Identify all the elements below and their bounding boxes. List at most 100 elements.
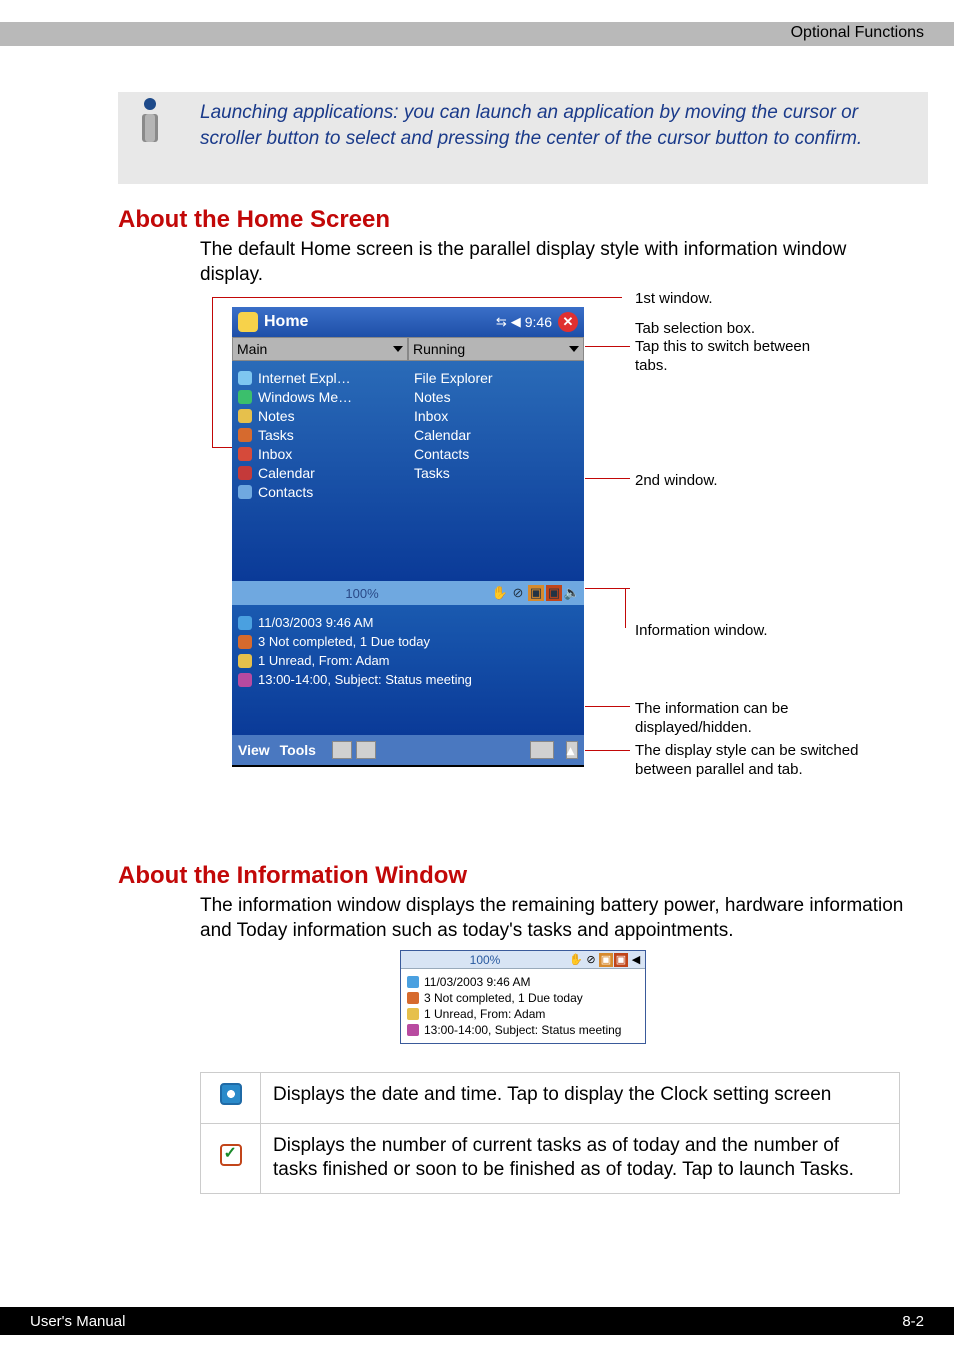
close-button[interactable]: ✕ — [558, 312, 578, 332]
right-pane: File Explorer Notes Inbox Calendar Conta… — [408, 361, 584, 581]
list-item-label: Inbox — [414, 408, 448, 424]
clock-icon — [238, 616, 252, 630]
info-row-tasks[interactable]: 3 Not completed, 1 Due today — [407, 991, 639, 1005]
notes-icon — [238, 409, 252, 423]
keyboard-button[interactable] — [530, 741, 554, 759]
toolbar-parallel-button[interactable] — [332, 741, 352, 759]
tasks-icon — [238, 635, 252, 649]
ie-icon — [238, 371, 252, 385]
list-item-label: Contacts — [414, 446, 469, 462]
tip-text: Launching applications: you can launch a… — [200, 100, 880, 151]
annot-info-hide: The information can be displayed/hidden. — [635, 700, 875, 738]
tab-row: Main Running — [232, 337, 584, 361]
list-item[interactable]: Inbox — [238, 446, 402, 462]
info-appt-text: 13:00-14:00, Subject: Status meeting — [258, 672, 472, 687]
list-item-label: Internet Expl… — [258, 370, 351, 386]
system-tray: ✋ ⊘ ▣ ▣ 🔈 — [492, 585, 584, 601]
body-home-screen: The default Home screen is the parallel … — [200, 238, 900, 287]
list-item[interactable]: Windows Me… — [238, 389, 402, 405]
body-information-window: The information window displays the rema… — [200, 894, 910, 943]
toolbar-tab-button[interactable] — [356, 741, 376, 759]
envelope-icon — [407, 1008, 419, 1020]
list-item-label: Tasks — [258, 427, 294, 443]
chevron-down-icon — [393, 346, 403, 352]
tray-tool-icon[interactable]: ▣ — [546, 585, 562, 601]
tray-mute-icon[interactable]: ⊘ — [510, 585, 526, 601]
up-arrow-button[interactable]: ▴ — [566, 741, 578, 759]
annot-tab-box: Tab selection box. — [635, 320, 755, 339]
icon-cell — [201, 1123, 261, 1193]
list-item[interactable]: Calendar — [414, 427, 578, 443]
list-item[interactable]: Tasks — [238, 427, 402, 443]
list-item[interactable]: Notes — [238, 408, 402, 424]
lead-line — [585, 588, 630, 589]
list-item[interactable]: Inbox — [414, 408, 578, 424]
lead-line — [212, 447, 232, 448]
info-row-tasks[interactable]: 3 Not completed, 1 Due today — [238, 634, 578, 649]
info-date-text: 11/03/2003 9:46 AM — [424, 975, 531, 989]
list-item[interactable]: Contacts — [414, 446, 578, 462]
calendar-icon — [238, 466, 252, 480]
icon-description-table: Displays the date and time. Tap to displ… — [200, 1072, 900, 1194]
battery-percent: 100% — [401, 953, 569, 967]
info-row-appointment[interactable]: 13:00-14:00, Subject: Status meeting — [238, 672, 578, 687]
menu-tools[interactable]: Tools — [280, 742, 316, 758]
info-tasks-text: 3 Not completed, 1 Due today — [424, 991, 583, 1005]
clock-text: 9:46 — [525, 314, 552, 330]
appointment-icon — [238, 673, 252, 687]
lead-line — [625, 588, 626, 628]
info-row-appointment[interactable]: 13:00-14:00, Subject: Status meeting — [407, 1023, 639, 1037]
list-item-label: Calendar — [258, 465, 315, 481]
list-item-label: Calendar — [414, 427, 471, 443]
info-mail-text: 1 Unread, From: Adam — [424, 1007, 545, 1021]
list-item-label: Contacts — [258, 484, 313, 500]
info-row-mail[interactable]: 1 Unread, From: Adam — [238, 653, 578, 668]
tray-tool-icon[interactable]: ▣ — [614, 953, 628, 967]
list-item-label: Tasks — [414, 465, 450, 481]
page-number: 8-2 — [902, 1313, 924, 1330]
info-row-date[interactable]: 11/03/2003 9:46 AM — [238, 615, 578, 630]
annot-tab-switch: Tap this to switch between tabs. — [635, 338, 835, 376]
lead-line — [585, 706, 630, 707]
lead-line — [212, 297, 622, 298]
tab-right[interactable]: Running — [408, 337, 584, 361]
list-item[interactable]: Internet Expl… — [238, 370, 402, 386]
list-item[interactable]: File Explorer — [414, 370, 578, 386]
annot-display-style: The display style can be switched betwee… — [635, 742, 875, 780]
tab-left[interactable]: Main — [232, 337, 408, 361]
lead-line — [585, 478, 630, 479]
heading-about-information-window: About the Information Window — [118, 862, 467, 890]
inbox-icon — [238, 447, 252, 461]
clock-icon — [407, 976, 419, 988]
chevron-down-icon — [569, 346, 579, 352]
tray-disk-icon[interactable]: ▣ — [599, 953, 613, 967]
tasks-icon — [238, 428, 252, 442]
list-item[interactable]: Tasks — [414, 465, 578, 481]
menu-bar: View Tools ▴ — [232, 735, 584, 765]
tray-hand-icon[interactable]: ✋ — [492, 585, 508, 601]
footer: User's Manual 8-2 — [0, 1307, 954, 1335]
header-title: Optional Functions — [791, 24, 924, 42]
list-item[interactable]: Calendar — [238, 465, 402, 481]
connectivity-icon: ⇆ — [496, 314, 507, 330]
menu-view[interactable]: View — [238, 742, 270, 758]
list-item[interactable]: Notes — [414, 389, 578, 405]
info-row-date[interactable]: 11/03/2003 9:46 AM — [407, 975, 639, 989]
lead-line — [585, 750, 630, 751]
list-item[interactable]: Contacts — [238, 484, 402, 500]
annot-1st-window: 1st window. — [635, 290, 713, 309]
heading-about-home-screen: About the Home Screen — [118, 206, 390, 234]
tray-volume-icon[interactable]: ◀ — [629, 953, 643, 967]
lead-line — [585, 346, 630, 347]
info-row-mail[interactable]: 1 Unread, From: Adam — [407, 1007, 639, 1021]
footer-left: User's Manual — [30, 1313, 125, 1330]
list-item-label: Notes — [258, 408, 295, 424]
tray-disk-icon[interactable]: ▣ — [528, 585, 544, 601]
tray-volume-icon[interactable]: 🔈 — [564, 585, 580, 601]
list-item-label: Windows Me… — [258, 389, 352, 405]
home-icon — [238, 312, 258, 332]
tasks-icon — [220, 1144, 242, 1166]
tray-hand-icon[interactable]: ✋ — [569, 953, 583, 967]
tray-mute-icon[interactable]: ⊘ — [584, 953, 598, 967]
info-window-screenshot: 100% ✋ ⊘ ▣ ▣ ◀ 11/03/2003 9:46 AM 3 Not … — [400, 950, 646, 1044]
